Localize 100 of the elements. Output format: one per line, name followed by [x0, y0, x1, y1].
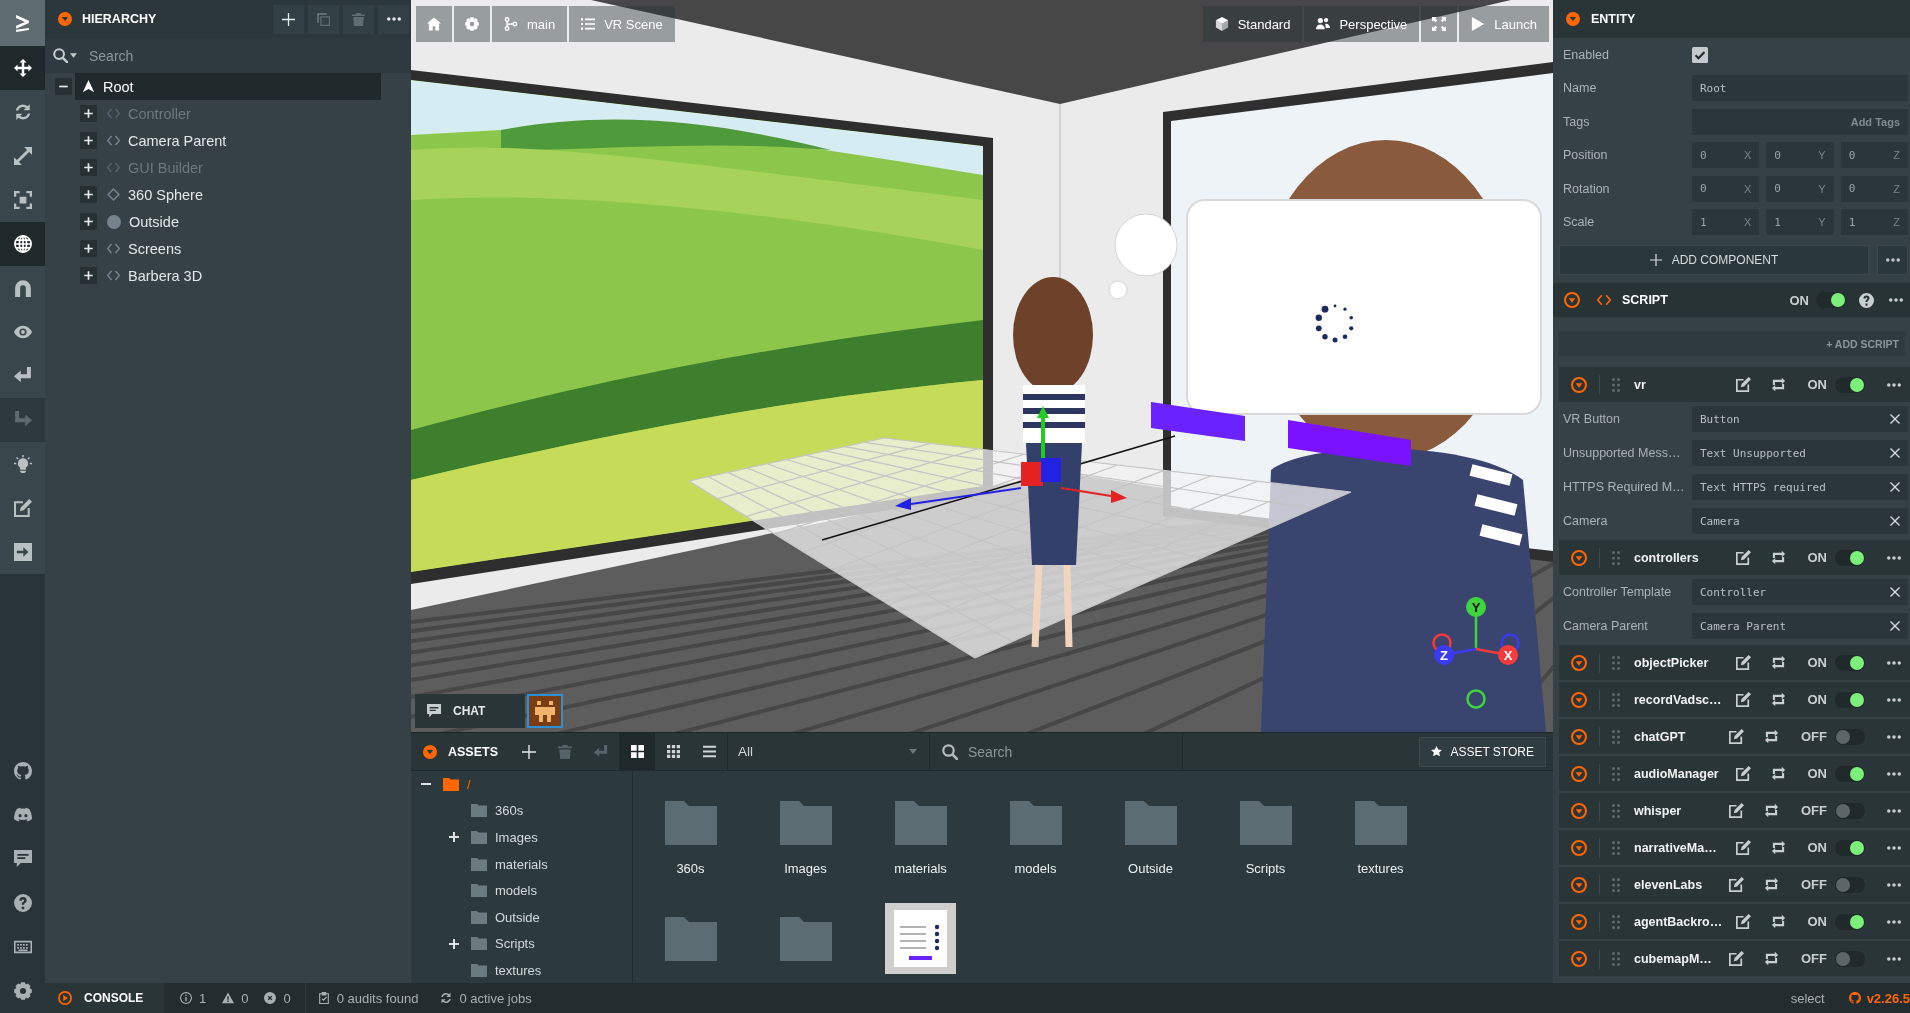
- folder-tree-item[interactable]: Images: [471, 830, 538, 845]
- home-button[interactable]: [416, 6, 452, 42]
- drag-handle-icon[interactable]: [1612, 655, 1620, 670]
- view-mode-button[interactable]: [619, 733, 655, 770]
- drag-handle-icon[interactable]: [1612, 803, 1620, 818]
- swap-icon[interactable]: [1770, 692, 1786, 707]
- number-field[interactable]: 0 X: [1692, 142, 1760, 169]
- toggle-switch[interactable]: [1816, 292, 1846, 308]
- tree-item[interactable]: Root: [75, 73, 381, 100]
- more-icon[interactable]: [1887, 845, 1901, 850]
- toggle-switch[interactable]: [1835, 876, 1865, 893]
- drag-handle-icon[interactable]: [1612, 877, 1620, 892]
- entity-field[interactable]: Text HTTPS required: [1692, 474, 1908, 500]
- axis-handle[interactable]: [1434, 645, 1477, 665]
- more-icon[interactable]: [1887, 919, 1901, 924]
- edit-icon[interactable]: [1729, 729, 1744, 744]
- tree-item[interactable]: Barbera 3D: [100, 262, 211, 289]
- clear-icon[interactable]: [1890, 587, 1900, 597]
- keyboard-icon[interactable]: [13, 938, 32, 956]
- asset-store-button[interactable]: ASSET STORE: [1419, 736, 1546, 767]
- github-icon[interactable]: [1848, 992, 1861, 1004]
- drag-handle-icon[interactable]: [1612, 692, 1620, 707]
- axis-ring-icon[interactable]: [1466, 689, 1486, 709]
- swap-icon[interactable]: [1764, 803, 1779, 818]
- drag-handle-icon[interactable]: [1612, 729, 1620, 744]
- drag-handle-icon[interactable]: [1612, 951, 1620, 966]
- expand-icon[interactable]: [80, 159, 97, 176]
- avatar-icon[interactable]: [527, 694, 563, 728]
- folder-tree-item[interactable]: materials: [471, 856, 548, 872]
- more-icon[interactable]: [1887, 382, 1901, 387]
- number-input[interactable]: 1: [1848, 215, 1894, 229]
- edit-icon[interactable]: [1729, 951, 1744, 966]
- number-field[interactable]: 1 Y: [1766, 209, 1834, 236]
- entity-field[interactable]: Controller: [1692, 579, 1908, 605]
- swap-icon[interactable]: [1764, 951, 1779, 966]
- logo-button[interactable]: [0, 0, 45, 46]
- swap-icon[interactable]: [1770, 550, 1786, 565]
- discord-icon[interactable]: [13, 806, 32, 824]
- add-button[interactable]: [273, 4, 304, 34]
- entity-field[interactable]: Camera Parent: [1692, 613, 1908, 639]
- expand-icon[interactable]: [80, 132, 97, 149]
- tree-item[interactable]: Camera Parent: [100, 127, 235, 154]
- edit-icon[interactable]: [1735, 692, 1751, 707]
- fullscreen-button[interactable]: [1421, 6, 1458, 42]
- folder-item[interactable]: materials: [894, 801, 947, 876]
- camera-button[interactable]: Perspective: [1304, 6, 1420, 42]
- expand-icon[interactable]: [449, 938, 459, 949]
- folder-tree-item[interactable]: 360s: [471, 803, 524, 819]
- caret-icon[interactable]: [70, 53, 77, 58]
- toggle-switch[interactable]: [1835, 549, 1865, 566]
- drag-handle-icon[interactable]: [1612, 766, 1620, 781]
- clear-icon[interactable]: [1890, 414, 1900, 424]
- add-script-button[interactable]: + ADD SCRIPT: [1559, 331, 1905, 356]
- toggle-switch[interactable]: [1835, 376, 1865, 393]
- folder-tree-item[interactable]: textures: [471, 962, 542, 978]
- more-icon[interactable]: [1887, 882, 1901, 887]
- edit-icon[interactable]: [1735, 914, 1751, 929]
- github-icon[interactable]: [13, 762, 32, 780]
- text-field[interactable]: Root: [1692, 75, 1908, 102]
- toggle-switch[interactable]: [1835, 839, 1865, 856]
- folder-tree-item[interactable]: /: [443, 776, 471, 792]
- swap-icon[interactable]: [1764, 729, 1779, 744]
- folder-item[interactable]: models: [1009, 801, 1062, 876]
- more-icon[interactable]: [1887, 555, 1901, 560]
- toggle-switch[interactable]: [1835, 950, 1865, 967]
- swap-icon[interactable]: [1770, 914, 1786, 929]
- more-icon[interactable]: [1887, 956, 1901, 961]
- tree-item[interactable]: Outside: [100, 208, 187, 235]
- collapse-icon[interactable]: [55, 78, 72, 95]
- number-input[interactable]: 0: [1848, 148, 1894, 162]
- number-input[interactable]: 0: [1700, 148, 1744, 162]
- number-field[interactable]: 1 Z: [1840, 209, 1908, 236]
- toggle-switch[interactable]: [1835, 654, 1865, 671]
- drag-handle-icon[interactable]: [1612, 377, 1620, 392]
- axis-handle[interactable]: [1466, 597, 1486, 649]
- folder-item[interactable]: Scripts: [1239, 801, 1292, 876]
- clear-icon[interactable]: [1890, 448, 1900, 458]
- toggle-switch[interactable]: [1835, 691, 1865, 708]
- search-input[interactable]: Search: [89, 43, 411, 68]
- chat-button[interactable]: CHAT: [415, 694, 525, 728]
- swap-icon[interactable]: [1770, 840, 1786, 855]
- folder-item[interactable]: Outside: [1124, 801, 1177, 876]
- entity-input[interactable]: Button: [1700, 412, 1884, 426]
- number-input[interactable]: 0: [1700, 182, 1744, 196]
- tool-button[interactable]: [0, 46, 45, 90]
- toggle-switch[interactable]: [1835, 802, 1865, 819]
- entity-input[interactable]: Controller: [1700, 585, 1884, 599]
- more-icon[interactable]: [1887, 660, 1901, 665]
- edit-icon[interactable]: [1735, 377, 1751, 392]
- clear-icon[interactable]: [1890, 482, 1900, 492]
- toggle-switch[interactable]: [1835, 765, 1865, 782]
- edit-icon[interactable]: [1735, 655, 1751, 670]
- swap-icon[interactable]: [1770, 655, 1786, 670]
- translate-gizmo[interactable]: [895, 406, 1127, 510]
- swap-icon[interactable]: [1764, 877, 1779, 892]
- entity-input[interactable]: Camera Parent: [1700, 619, 1884, 633]
- checkbox[interactable]: [1692, 46, 1708, 63]
- more-icon[interactable]: [1887, 734, 1901, 739]
- tree-item[interactable]: 360 Sphere: [100, 181, 211, 208]
- clear-icon[interactable]: [1890, 516, 1900, 526]
